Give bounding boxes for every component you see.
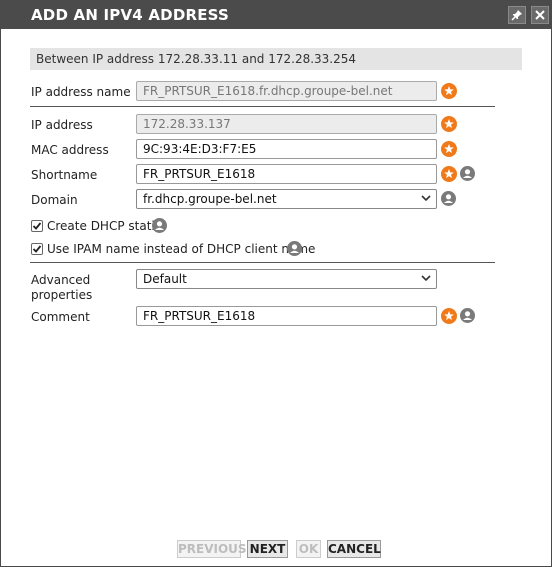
title-bar[interactable]: ADD AN IPV4 ADDRESS bbox=[1, 1, 551, 29]
required-star-icon bbox=[441, 116, 457, 132]
close-button[interactable] bbox=[531, 6, 549, 24]
chevron-down-icon bbox=[421, 195, 431, 202]
chevron-down-icon bbox=[421, 275, 431, 282]
checkmark-icon bbox=[32, 245, 42, 253]
comment-label: Comment bbox=[31, 310, 90, 324]
ip-range-info: Between IP address 172.28.33.11 and 172.… bbox=[30, 48, 522, 70]
mac-address-label: MAC address bbox=[31, 143, 109, 157]
create-dhcp-static-checkbox[interactable] bbox=[31, 220, 43, 232]
required-star-icon bbox=[441, 308, 457, 324]
pin-button[interactable] bbox=[508, 6, 526, 24]
advanced-properties-select[interactable]: Default bbox=[136, 269, 437, 289]
next-button[interactable]: NEXT bbox=[247, 540, 288, 558]
domain-select[interactable]: fr.dhcp.groupe-bel.net bbox=[136, 189, 437, 209]
shortname-field[interactable]: FR_PRTSUR_E1618 bbox=[136, 164, 437, 184]
ok-button[interactable]: OK bbox=[296, 540, 321, 558]
ip-address-name-label: IP address name bbox=[31, 85, 131, 99]
shortname-label: Shortname bbox=[31, 168, 98, 182]
required-star-icon bbox=[441, 83, 457, 99]
user-icon bbox=[460, 308, 475, 323]
previous-button[interactable]: PREVIOUS bbox=[177, 540, 247, 558]
ip-address-name-field[interactable]: FR_PRTSUR_E1618.fr.dhcp.groupe-bel.net bbox=[136, 81, 437, 101]
divider bbox=[30, 262, 495, 263]
domain-select-value: fr.dhcp.groupe-bel.net bbox=[143, 192, 277, 206]
domain-label: Domain bbox=[31, 193, 78, 207]
checkmark-icon bbox=[32, 222, 42, 230]
user-icon bbox=[152, 218, 167, 233]
use-ipam-name-checkbox[interactable] bbox=[31, 243, 43, 255]
cancel-button[interactable]: CANCEL bbox=[327, 540, 381, 558]
use-ipam-name-label[interactable]: Use IPAM name instead of DHCP client nam… bbox=[47, 242, 315, 256]
user-icon bbox=[441, 191, 456, 206]
advanced-properties-select-value: Default bbox=[143, 272, 187, 286]
required-star-icon bbox=[441, 141, 457, 157]
advanced-properties-label-line2: properties bbox=[31, 288, 93, 302]
ip-address-label: IP address bbox=[31, 118, 93, 132]
comment-field[interactable]: FR_PRTSUR_E1618 bbox=[136, 306, 437, 326]
create-dhcp-static-label[interactable]: Create DHCP static bbox=[47, 219, 161, 233]
required-star-icon bbox=[441, 166, 457, 182]
close-icon bbox=[535, 10, 545, 20]
user-icon bbox=[460, 166, 475, 181]
add-ipv4-dialog: ADD AN IPV4 ADDRESS Between IP address 1… bbox=[0, 0, 552, 567]
user-icon bbox=[287, 241, 302, 256]
mac-address-field[interactable]: 9C:93:4E:D3:F7:E5 bbox=[136, 139, 437, 159]
ip-address-field[interactable]: 172.28.33.137 bbox=[136, 114, 437, 134]
pin-icon bbox=[511, 10, 522, 21]
dialog-title: ADD AN IPV4 ADDRESS bbox=[31, 6, 230, 24]
advanced-properties-label-line1: Advanced bbox=[31, 273, 91, 287]
divider bbox=[30, 106, 495, 107]
